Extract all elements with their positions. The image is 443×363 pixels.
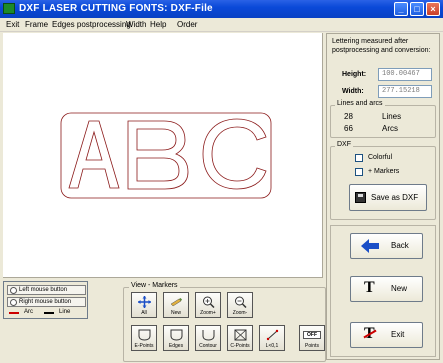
lines-label: Lines [382, 112, 402, 121]
view-new-button[interactable]: New [163, 292, 189, 318]
lines-count: 28 [344, 112, 353, 121]
menu-edges-postprocessing[interactable]: Edges postprocessing [52, 20, 131, 29]
markers-label: + Markers [368, 168, 400, 175]
view-new-label: New [170, 310, 181, 316]
contour-label: Contour [199, 343, 217, 349]
height-label: Height: [342, 71, 367, 78]
l-filter-button[interactable]: L<0,1 [259, 325, 285, 351]
lines-arcs-title: Lines and arcs [335, 100, 385, 107]
back-arrow-icon [361, 239, 379, 253]
c-points-button[interactable]: C-Points [227, 325, 253, 351]
width-label: Width: [342, 88, 364, 95]
markers-checkbox[interactable] [355, 168, 363, 176]
contour-button[interactable]: Contour [195, 325, 221, 351]
colorful-checkbox[interactable] [355, 154, 363, 162]
menu-bar: Exit Frame Edges postprocessing Width He… [0, 18, 443, 32]
arc-color-swatch [9, 312, 19, 314]
height-field: 100.00467 [378, 68, 432, 81]
line-color-swatch [44, 312, 54, 314]
pencil-icon [170, 298, 182, 307]
title-bar: DXF LASER CUTTING FONTS: DXF-File _ □ × [0, 0, 443, 18]
new-label: New [391, 284, 408, 293]
back-button[interactable]: Back [350, 233, 423, 259]
lettering-frame [60, 112, 272, 199]
e-points-icon [138, 329, 151, 341]
menu-exit[interactable]: Exit [6, 20, 19, 29]
maximize-button[interactable]: □ [410, 2, 424, 16]
zoom-in-button[interactable]: Zoom+ [195, 292, 221, 318]
menu-width[interactable]: Width [126, 20, 146, 29]
zoom-out-button[interactable]: Zoom- [227, 292, 253, 318]
menu-help[interactable]: Help [150, 20, 166, 29]
letter-a-counter [85, 130, 103, 161]
width-field: 277.15218 [378, 85, 432, 98]
measure-info: Lettering measured after postprocessing … [332, 38, 431, 54]
letter-b-upper-counter [136, 128, 177, 151]
zoom-in-icon [10, 287, 17, 294]
expand-arrows-icon [138, 296, 151, 308]
menu-frame[interactable]: Frame [25, 20, 48, 29]
short-line-icon [266, 329, 279, 341]
colorful-label: Colorful [368, 154, 393, 161]
view-all-button[interactable]: All [131, 292, 157, 318]
lines-arcs-group [330, 105, 436, 138]
contour-icon [202, 330, 215, 341]
line-legend-label: Line [59, 309, 71, 315]
letter-b-lower-counter [136, 157, 180, 182]
app-icon [3, 3, 15, 14]
dxf-preview [60, 112, 272, 199]
arcs-count: 66 [344, 124, 353, 133]
dxf-title: DXF [335, 141, 353, 148]
zoom-in-label: Zoom+ [200, 310, 216, 316]
points-toggle-button[interactable]: OFF Points [299, 325, 325, 351]
zoom-out-label: Zoom- [232, 310, 248, 316]
points-off-badge: OFF [303, 331, 321, 339]
save-as-dxf-button[interactable]: Save as DXF [349, 184, 427, 211]
new-button[interactable]: T New [350, 276, 423, 302]
drawing-canvas[interactable] [3, 33, 323, 278]
close-button[interactable]: × [426, 2, 440, 16]
mouse-legend: Left mouse button Right mouse button Arc… [3, 281, 88, 319]
menu-order[interactable]: Order [177, 20, 197, 29]
edges-icon [170, 329, 183, 341]
view-all-label: All [141, 310, 147, 316]
zoom-out-icon [10, 299, 17, 306]
view-markers-title: View - Markers [129, 282, 180, 289]
minimize-button[interactable]: _ [394, 2, 408, 16]
arcs-label: Arcs [382, 124, 398, 133]
save-as-dxf-label: Save as DXF [371, 193, 419, 202]
exit-label: Exit [391, 330, 405, 339]
arc-legend-label: Arc [24, 309, 33, 315]
edges-label: Edges [168, 343, 184, 349]
magnifier-minus-icon [235, 296, 247, 308]
c-points-label: C-Points [230, 343, 250, 349]
letter-c-outline [202, 118, 267, 190]
points-label: Points [305, 343, 319, 349]
floppy-icon [355, 192, 366, 203]
e-points-button[interactable]: E-Points [131, 325, 157, 351]
magnifier-plus-icon [203, 296, 215, 308]
t-icon: T [364, 279, 375, 296]
exit-button[interactable]: T Exit [350, 322, 423, 348]
e-points-label: E-Points [134, 343, 154, 349]
edges-button[interactable]: Edges [163, 325, 189, 351]
window-title: DXF LASER CUTTING FONTS: DXF-File [19, 3, 213, 14]
right-mouse-hint: Right mouse button [7, 297, 86, 307]
left-mouse-hint: Left mouse button [7, 285, 86, 295]
l-filter-label: L<0,1 [265, 343, 279, 349]
c-points-icon [234, 329, 247, 341]
back-label: Back [391, 241, 409, 250]
right-panel: Lettering measured after postprocessing … [326, 33, 440, 360]
